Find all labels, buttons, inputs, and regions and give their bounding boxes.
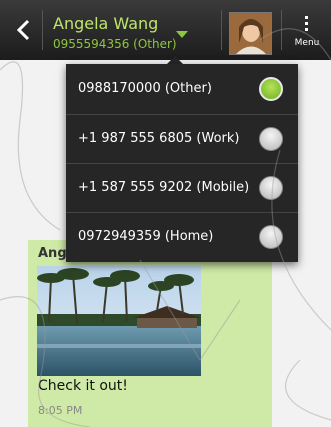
back-button[interactable] — [8, 10, 42, 50]
back-arrow-icon — [16, 19, 30, 41]
menu-label: Menu — [294, 38, 320, 48]
phone-option-label: 0988170000 (Other) — [78, 81, 212, 96]
phone-option[interactable]: 0988170000 (Other) — [66, 65, 298, 113]
menu-button[interactable]: Menu — [286, 12, 328, 54]
phone-option-label: 0972949359 (Home) — [78, 229, 214, 244]
overflow-menu-icon — [305, 16, 309, 34]
radio-unselected-icon[interactable] — [259, 127, 283, 151]
phone-option[interactable]: 0972949359 (Home) — [66, 213, 298, 261]
divider — [42, 10, 43, 50]
contact-photo — [230, 13, 271, 54]
message-bubble[interactable]: Angela Wang — [28, 240, 272, 427]
phone-option[interactable]: +1 987 555 6805 (Work) — [66, 115, 298, 163]
divider — [221, 10, 222, 50]
radio-selected-icon[interactable] — [259, 77, 283, 101]
phone-number-picker: 0988170000 (Other) +1 987 555 6805 (Work… — [66, 64, 298, 262]
contact-avatar[interactable] — [229, 12, 272, 55]
phone-option-label: +1 987 555 6805 (Work) — [78, 131, 240, 146]
message-timestamp: 8:05 PM — [38, 404, 83, 417]
message-text: Check it out! — [38, 378, 128, 394]
message-photo[interactable] — [37, 266, 201, 376]
radio-unselected-icon[interactable] — [259, 225, 283, 249]
dropdown-arrow-icon[interactable] — [176, 31, 188, 38]
contact-name[interactable]: Angela Wang — [53, 14, 158, 33]
contact-number[interactable]: 0955594356 (Other) — [53, 37, 177, 51]
phone-option-label: +1 587 555 9202 (Mobile) — [78, 180, 250, 195]
phone-option[interactable]: +1 587 555 9202 (Mobile) — [66, 164, 298, 212]
radio-unselected-icon[interactable] — [259, 176, 283, 200]
divider — [281, 10, 282, 50]
resort-pool-image — [37, 266, 201, 376]
title-bar: Angela Wang 0955594356 (Other) Menu — [0, 0, 331, 60]
